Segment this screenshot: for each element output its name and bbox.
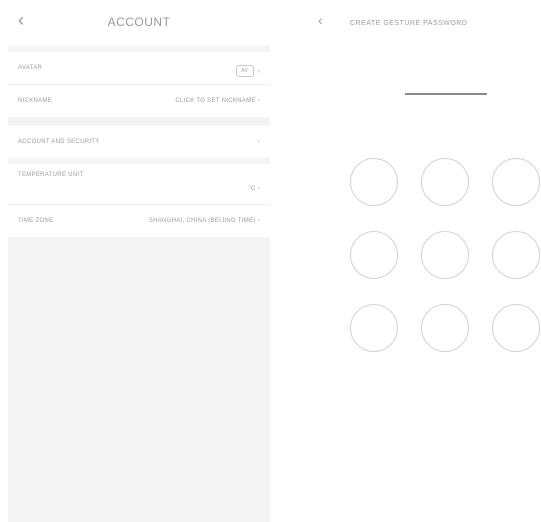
time-zone-value: SHANGHAI, CHINA (BEIJING TIME) <box>148 218 256 224</box>
temperature-value: °C <box>248 186 256 192</box>
chevron-right-icon: › <box>257 68 260 75</box>
row-temperature-unit[interactable]: TEMPERATURE UNIT °C › <box>8 164 270 205</box>
row-nickname[interactable]: NICKNAME CLICK TO SET NICKNAME › <box>8 85 270 117</box>
row-time-zone[interactable]: TIME ZONE SHANGHAI, CHINA (BEIJING TIME)… <box>8 205 270 237</box>
row-label: ACCOUNT AND SECURITY <box>18 139 100 145</box>
row-value: CLICK TO SET NICKNAME › <box>175 98 260 104</box>
chevron-right-icon: › <box>257 186 260 192</box>
back-icon[interactable]: ‹ <box>318 12 323 28</box>
gesture-dot-1[interactable] <box>350 158 398 206</box>
row-label: NICKNAME <box>18 98 53 104</box>
avatar: AV <box>235 65 254 77</box>
gesture-dot-4[interactable] <box>350 231 398 279</box>
row-label: TIME ZONE <box>18 218 54 224</box>
gesture-dot-3[interactable] <box>492 158 540 206</box>
row-value: › <box>256 139 260 145</box>
nickname-value: CLICK TO SET NICKNAME <box>175 98 256 104</box>
row-label: TEMPERATURE UNIT <box>18 172 84 178</box>
chevron-right-icon: › <box>257 98 260 104</box>
chevron-right-icon: › <box>257 139 260 145</box>
gesture-dot-6[interactable] <box>492 231 540 279</box>
gesture-password-screen: ‹ CREATE GESTURE PASSWORD <box>278 0 541 522</box>
gesture-dot-9[interactable] <box>492 304 540 352</box>
gesture-dot-2[interactable] <box>421 158 469 206</box>
account-screen: ‹ ACCOUNT AVATAR AV › NICKNAME CLICK TO S… <box>8 0 270 522</box>
row-avatar[interactable]: AVATAR AV › <box>8 52 270 85</box>
row-label: AVATAR <box>18 65 43 71</box>
row-value: °C › <box>248 186 260 192</box>
account-header: ‹ ACCOUNT <box>8 0 270 46</box>
gesture-dot-8[interactable] <box>421 304 469 352</box>
settings-group: TEMPERATURE UNIT °C › TIME ZONE SHANGHAI,… <box>8 164 270 237</box>
chevron-right-icon: › <box>257 218 260 224</box>
page-title: ACCOUNT <box>107 15 171 29</box>
row-account-security[interactable]: ACCOUNT AND SECURITY › <box>8 126 270 158</box>
row-value: SHANGHAI, CHINA (BEIJING TIME) › <box>149 218 260 224</box>
row-value: AV › <box>235 65 260 77</box>
security-group: ACCOUNT AND SECURITY › <box>8 126 270 158</box>
page-title: CREATE GESTURE PASSWORD <box>350 20 468 27</box>
password-indicator-line <box>405 93 487 95</box>
profile-group: AVATAR AV › NICKNAME CLICK TO SET NICKNAM… <box>8 52 270 117</box>
gesture-dot-5[interactable] <box>421 231 469 279</box>
gesture-dot-7[interactable] <box>350 304 398 352</box>
